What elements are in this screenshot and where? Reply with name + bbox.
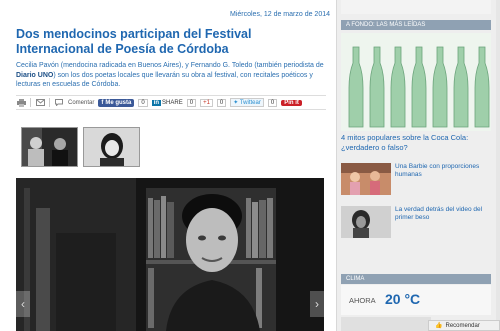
linkedin-share-label: SHARE xyxy=(162,99,183,106)
twitter-tweet-label: Twittear xyxy=(239,100,261,106)
toolbar-divider xyxy=(30,98,31,107)
email-icon[interactable] xyxy=(35,98,45,107)
article-lead: Cecilia Pavón (mendocina radicada en Bue… xyxy=(16,61,328,90)
article-date: Miércoles, 12 de marzo de 2014 xyxy=(230,11,330,18)
sidebar-section-title: A FONDO: LAS MÁS LEÍDAS xyxy=(341,20,491,30)
clima-section-title: CLIMA xyxy=(341,274,491,284)
weather-now-label: AHORA xyxy=(349,296,376,305)
pinterest-pin-button[interactable]: Pin it xyxy=(281,99,302,106)
gallery-next-arrow[interactable]: › xyxy=(310,291,324,317)
recommend-label: Recomendar xyxy=(445,322,480,329)
recommend-button[interactable]: 👍 Recomendar xyxy=(428,320,500,331)
comment-icon[interactable] xyxy=(54,98,64,107)
toolbar-divider xyxy=(49,98,50,107)
linkedin-share-button[interactable]: in SHARE xyxy=(151,99,183,106)
page-right-gutter xyxy=(496,0,500,331)
twitter-tweet-button[interactable]: ✦ Twittear xyxy=(230,98,264,107)
lead-bold-publication: Diario UNO xyxy=(16,71,54,79)
twitter-bird-icon: ✦ xyxy=(233,100,239,106)
featured-story-link[interactable]: 4 mitos populares sobre la Coca Cola: ¿v… xyxy=(341,133,491,152)
share-toolbar: Comentar f Me gusta 0 in SHARE 0 +1 0 ✦ … xyxy=(16,95,326,110)
article-column: Miércoles, 12 de marzo de 2014 Dos mendo… xyxy=(0,0,332,331)
sidebar-story-2[interactable]: La verdad detrás del video del primer be… xyxy=(341,206,491,238)
linkedin-icon: in xyxy=(151,99,162,106)
sidebar-story-1-title[interactable]: Una Barbie con proporciones humanas xyxy=(395,163,491,179)
facebook-icon: f xyxy=(101,99,104,106)
weather-widget: AHORA 20 °C xyxy=(341,285,491,315)
lead-text-1: Cecilia Pavón (mendocina radicada en Bue… xyxy=(16,62,324,69)
facebook-like-button[interactable]: f Me gusta xyxy=(98,98,135,107)
facebook-like-count: 0 xyxy=(138,98,148,107)
print-icon[interactable] xyxy=(16,98,26,107)
lead-text-2: ) son los dos poetas locales que llevará… xyxy=(16,71,313,89)
sidebar-story-2-title[interactable]: La verdad detrás del video del primer be… xyxy=(395,206,491,222)
comment-link[interactable]: Comentar xyxy=(68,100,94,106)
sidebar: A FONDO: LAS MÁS LEÍDAS 4 mitos populare… xyxy=(336,0,496,331)
linkedin-share-count: 0 xyxy=(186,98,197,107)
sidebar-story-2-thumbnail[interactable] xyxy=(341,206,391,238)
google-plus-count: 0 xyxy=(216,98,227,107)
thumbs-up-icon: 👍 xyxy=(435,323,443,329)
sidebar-bottom-panel xyxy=(341,317,431,331)
google-plus-button[interactable]: +1 xyxy=(200,98,213,107)
page: Miércoles, 12 de marzo de 2014 Dos mendo… xyxy=(0,0,500,331)
gallery-thumbnail-2[interactable] xyxy=(83,127,140,167)
weather-temperature: 20 °C xyxy=(385,291,421,307)
featured-story-image[interactable] xyxy=(341,33,491,131)
sidebar-top-panel xyxy=(341,0,491,14)
gallery-prev-arrow[interactable]: ‹ xyxy=(16,291,30,317)
gallery-main-photo: ‹ › xyxy=(16,178,324,331)
sidebar-story-1[interactable]: Una Barbie con proporciones humanas xyxy=(341,163,491,195)
gallery-thumbnail-1[interactable] xyxy=(21,127,78,167)
twitter-count: 0 xyxy=(267,98,278,107)
article-headline[interactable]: Dos mendocinos participan del Festival I… xyxy=(16,27,328,57)
sidebar-story-1-thumbnail[interactable] xyxy=(341,163,391,195)
facebook-like-label: Me gusta xyxy=(105,99,132,106)
